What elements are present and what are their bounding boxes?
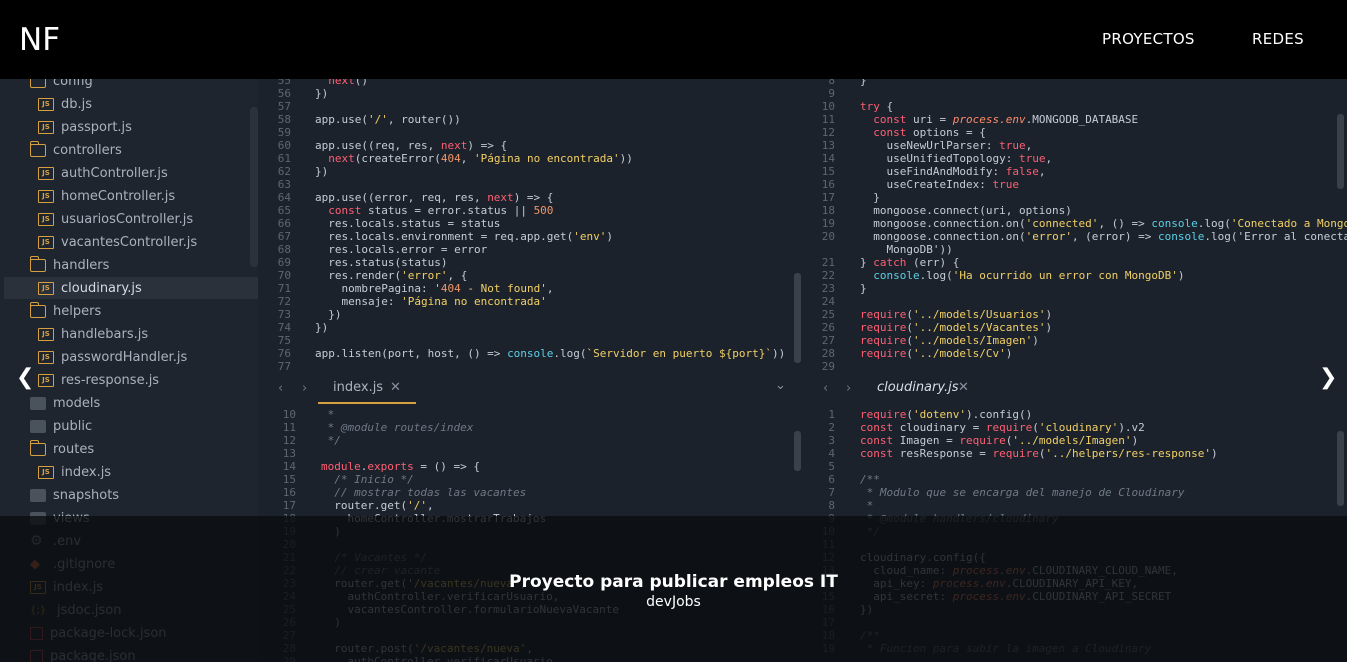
sidebar-item[interactable]: JS usuariosController.js bbox=[38, 208, 248, 230]
js-file-icon: JS bbox=[38, 120, 54, 134]
sidebar-item[interactable]: public bbox=[30, 415, 240, 437]
sidebar-scrollbar bbox=[250, 107, 258, 267]
js-file-icon: JS bbox=[38, 373, 54, 387]
line-numbers: 55 56 57 58 59 60 61 62 63 64 65 66 67 6… bbox=[277, 79, 291, 373]
sidebar-item-label: vacantesController.js bbox=[61, 234, 198, 250]
sidebar-item-label: index.js bbox=[61, 464, 112, 480]
chevron-down-icon[interactable]: ⌄ bbox=[775, 378, 786, 393]
folder-icon bbox=[30, 79, 46, 88]
carousel-caption-title: Proyecto para publicar empleos IT bbox=[509, 572, 838, 592]
pane-scrollbar bbox=[1337, 114, 1344, 189]
sidebar-item[interactable]: JS handlebars.js bbox=[38, 323, 248, 345]
sidebar-item-label: passport.js bbox=[61, 119, 132, 135]
sidebar-item-label: routes bbox=[53, 441, 95, 457]
sidebar-item-label: public bbox=[53, 418, 93, 434]
pane-scrollbar bbox=[1337, 431, 1344, 506]
sidebar-item-label: cloudinary.js bbox=[61, 280, 142, 296]
sidebar-item[interactable]: JS homeController.js bbox=[38, 185, 248, 207]
sidebar-item[interactable]: JS cloudinary.js bbox=[4, 277, 278, 299]
sidebar-item-label: models bbox=[53, 395, 101, 411]
sidebar-item[interactable]: handlers bbox=[29, 254, 240, 276]
chevron-right-icon[interactable]: › bbox=[302, 381, 307, 396]
sidebar-item-label: snapshots bbox=[53, 487, 120, 503]
sidebar-item-label: passwordHandler.js bbox=[61, 349, 188, 365]
folder-icon bbox=[30, 419, 46, 433]
folder-icon bbox=[29, 301, 46, 318]
sidebar-item-label: homeController.js bbox=[61, 188, 176, 204]
sidebar-item-label: controllers bbox=[53, 142, 122, 158]
js-file-icon: JS bbox=[38, 281, 54, 295]
tab-index-js[interactable]: index.js bbox=[333, 380, 383, 395]
sidebar-item-label: handlebars.js bbox=[61, 326, 149, 342]
nav-link-proyectos[interactable]: PROYECTOS bbox=[1102, 30, 1195, 48]
tab-bar-left: ‹ › index.js ✕ ⌄ bbox=[258, 374, 805, 404]
sidebar-item[interactable]: JS res-response.js bbox=[38, 369, 248, 391]
carousel-prev-icon[interactable]: ❮ bbox=[16, 365, 34, 390]
code-text: } try { const uri = process.env.MONGODB_… bbox=[860, 79, 1347, 360]
folder-icon bbox=[29, 255, 46, 272]
js-file-icon: JS bbox=[38, 465, 54, 479]
js-file-icon: JS bbox=[38, 97, 54, 111]
nav-link-redes[interactable]: REDES bbox=[1252, 30, 1304, 48]
folder-icon bbox=[30, 488, 46, 502]
sidebar-item[interactable]: JS index.js bbox=[38, 461, 248, 483]
code-pane-top-left: 55 56 57 58 59 60 61 62 63 64 65 66 67 6… bbox=[258, 79, 805, 374]
sidebar-item[interactable]: JS authController.js bbox=[38, 162, 248, 184]
chevron-left-icon[interactable]: ‹ bbox=[278, 381, 283, 396]
sidebar-item[interactable]: JS vacantesController.js bbox=[38, 231, 248, 253]
carousel-next-icon[interactable]: ❯ bbox=[1319, 365, 1337, 390]
close-icon[interactable]: ✕ bbox=[390, 380, 401, 395]
sidebar-item[interactable]: helpers bbox=[29, 300, 240, 322]
sidebar-item-label: res-response.js bbox=[61, 372, 160, 388]
sidebar-item[interactable]: controllers bbox=[29, 139, 240, 161]
sidebar-item-label: authController.js bbox=[61, 165, 168, 181]
pane-scrollbar bbox=[794, 273, 801, 363]
sidebar-item[interactable]: JS passport.js bbox=[38, 116, 248, 138]
sidebar-item-label: handlers bbox=[53, 257, 110, 273]
site-logo[interactable]: NF bbox=[19, 22, 60, 58]
tab-cloudinary-js[interactable]: cloudinary.js bbox=[877, 380, 959, 395]
top-navbar: NF PROYECTOS REDES bbox=[0, 0, 1347, 79]
carousel-caption-subtitle: devJobs bbox=[646, 594, 701, 610]
sidebar-item-label: usuariosController.js bbox=[61, 211, 194, 227]
sidebar-item[interactable]: models bbox=[30, 392, 240, 414]
js-file-icon: JS bbox=[38, 212, 54, 226]
code-pane-top-right: 8 9 10 11 12 13 14 15 16 17 18 19 20 21 … bbox=[805, 79, 1347, 374]
sidebar-item[interactable]: JS db.js bbox=[38, 93, 248, 115]
close-icon[interactable]: ✕ bbox=[958, 380, 969, 395]
sidebar-item[interactable]: JS passwordHandler.js bbox=[38, 346, 248, 368]
folder-icon bbox=[30, 396, 46, 410]
code-text: next() }) app.use('/', router()) app.use… bbox=[315, 79, 786, 360]
js-file-icon: JS bbox=[38, 327, 54, 341]
line-numbers: 8 9 10 11 12 13 14 15 16 17 18 19 20 21 … bbox=[821, 79, 835, 373]
tab-bar-right: ‹ › cloudinary.js ✕ bbox=[805, 374, 1347, 404]
sidebar-item-label: config bbox=[53, 79, 93, 89]
pane-scrollbar bbox=[794, 431, 801, 471]
js-file-icon: JS bbox=[38, 166, 54, 180]
sidebar-item[interactable]: routes bbox=[29, 438, 240, 460]
chevron-left-icon[interactable]: ‹ bbox=[823, 381, 828, 396]
sidebar-item[interactable]: snapshots bbox=[30, 484, 240, 506]
folder-icon bbox=[29, 140, 46, 157]
js-file-icon: JS bbox=[38, 189, 54, 203]
sidebar-item[interactable]: config bbox=[30, 79, 240, 92]
js-file-icon: JS bbox=[38, 235, 54, 249]
sidebar-item-label: db.js bbox=[61, 96, 93, 112]
sidebar-item-label: helpers bbox=[53, 303, 102, 319]
chevron-right-icon[interactable]: › bbox=[846, 381, 851, 396]
folder-icon bbox=[29, 439, 46, 456]
js-file-icon: JS bbox=[38, 350, 54, 364]
